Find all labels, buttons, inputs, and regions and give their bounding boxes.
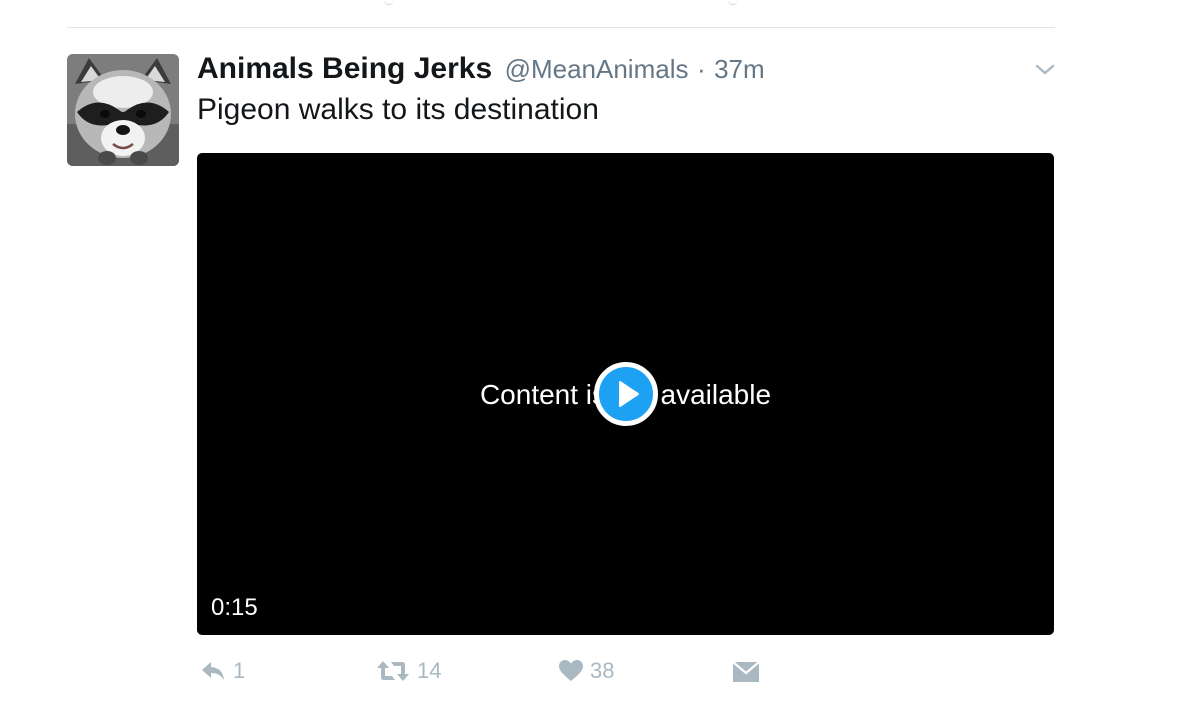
previous-tweet-remnant bbox=[728, 0, 738, 5]
reply-button[interactable]: 1 bbox=[199, 656, 245, 686]
play-icon bbox=[619, 381, 639, 407]
video-player[interactable]: Content is not available 0:15 bbox=[197, 153, 1054, 635]
previous-tweet-remnant bbox=[384, 0, 394, 5]
heart-icon bbox=[559, 660, 583, 681]
tweet-header: Animals Being Jerks @MeanAnimals · 37m bbox=[197, 50, 765, 93]
avatar[interactable] bbox=[67, 54, 179, 166]
play-button[interactable] bbox=[594, 362, 658, 426]
direct-message-button[interactable] bbox=[731, 656, 761, 686]
header-separator: · bbox=[696, 54, 706, 84]
reply-icon bbox=[202, 662, 224, 680]
tweet-text: Pigeon walks to its destination bbox=[197, 93, 599, 126]
retweet-icon bbox=[377, 661, 409, 681]
user-handle[interactable]: @MeanAnimals bbox=[505, 54, 689, 84]
retweet-button[interactable]: 14 bbox=[375, 656, 441, 686]
like-button[interactable]: 38 bbox=[558, 656, 614, 686]
direct-message-icon bbox=[732, 661, 760, 682]
like-count: 38 bbox=[590, 658, 615, 683]
display-name[interactable]: Animals Being Jerks bbox=[197, 52, 492, 85]
more-options-button[interactable] bbox=[1033, 60, 1057, 80]
chevron-down-icon bbox=[1035, 64, 1055, 75]
raccoon-avatar-image bbox=[67, 54, 179, 166]
tweet-divider bbox=[67, 27, 1055, 28]
video-duration: 0:15 bbox=[211, 594, 258, 621]
retweet-count: 14 bbox=[417, 658, 442, 683]
tweet-timestamp[interactable]: 37m bbox=[714, 54, 765, 84]
reply-count: 1 bbox=[233, 658, 246, 683]
